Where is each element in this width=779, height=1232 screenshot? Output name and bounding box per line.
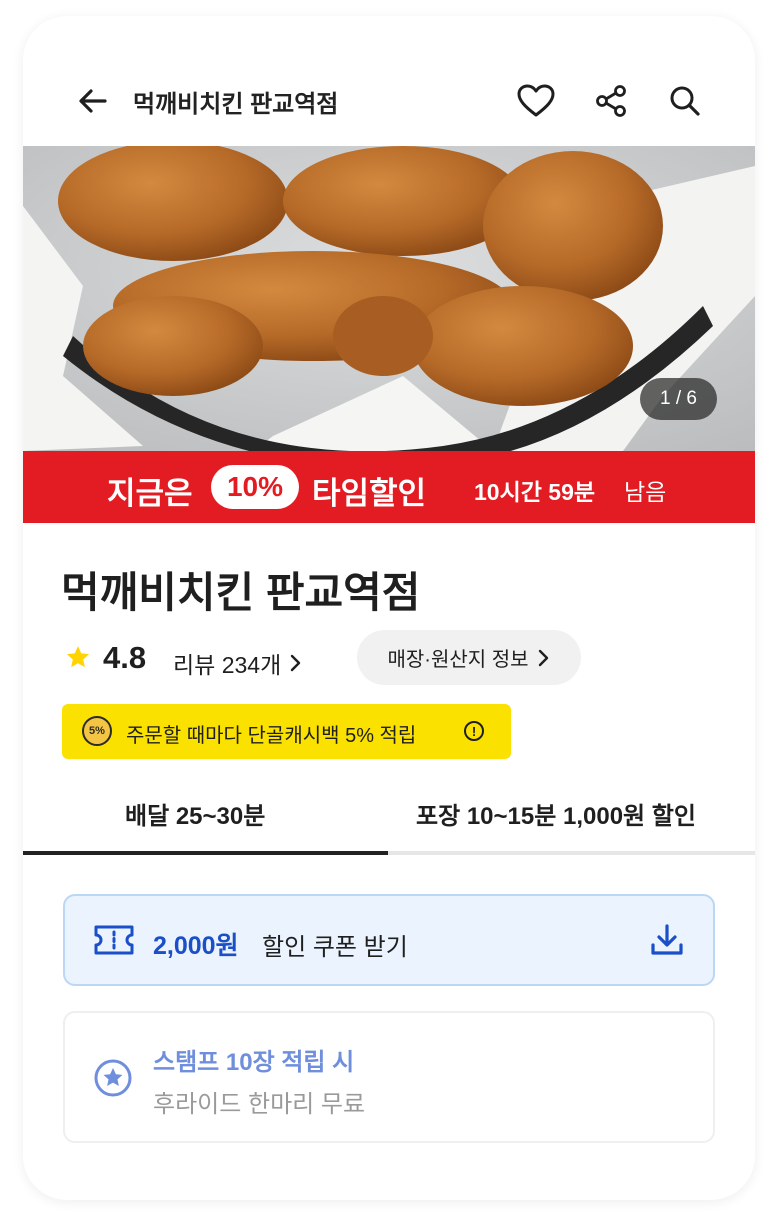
stamp-reward: 후라이드 한마리 무료 (153, 1091, 366, 1118)
discount-pill: 10% (211, 465, 299, 509)
star-icon (65, 644, 91, 675)
chevron-right-icon (291, 654, 301, 672)
promo-text-before: 지금은 (107, 476, 193, 511)
stamp-title: 스탬프 10장 적립 시 (153, 1049, 355, 1076)
coupon-label: 할인 쿠폰 받기 (262, 934, 408, 961)
cashback-text: 주문할 때마다 단골캐시백 5% 적립 (126, 725, 417, 747)
stamp-star-icon (93, 1058, 133, 1103)
time-sale-banner: 지금은 10% 타임할인 10시간 59분 남음 (23, 451, 755, 523)
cashback-banner[interactable]: 5% 주문할 때마다 단골캐시백 5% 적립 ! (62, 704, 511, 759)
chevron-right-icon (538, 649, 548, 666)
store-origin-info-button[interactable]: 매장·원산지 정보 (357, 630, 581, 685)
store-name: 먹깨비치킨 판교역점 (61, 569, 421, 616)
store-page-card: 먹깨비치킨 판교역점 1 / 6 지금은 10% 타임할인 10시간 59분 남… (23, 16, 755, 1200)
coupon-download-card[interactable]: 2,000원 할인 쿠폰 받기 (63, 894, 715, 986)
image-counter: 1 / 6 (640, 378, 717, 420)
tab-delivery[interactable]: 배달 25~30분 (125, 796, 265, 831)
download-icon[interactable] (647, 920, 687, 965)
promo-text-after: 타임할인 (312, 476, 427, 511)
share-icon[interactable] (589, 79, 633, 123)
cashback-coin-icon: 5% (82, 716, 112, 746)
back-arrow-icon[interactable] (71, 79, 115, 123)
reviews-label: 리뷰 234개 (173, 652, 282, 678)
time-left-suffix: 남음 (624, 479, 667, 505)
time-left: 10시간 59분 (474, 479, 596, 505)
info-icon[interactable]: ! (464, 721, 484, 741)
info-button-label: 매장·원산지 정보 (387, 649, 529, 671)
header-title: 먹깨비치킨 판교역점 (133, 91, 339, 118)
tab-pickup[interactable]: 포장 10~15분 1,000원 할인 (416, 796, 696, 831)
search-icon[interactable] (663, 79, 707, 123)
coupon-amount: 2,000원 (153, 932, 239, 960)
rating-value: 4.8 (103, 640, 147, 675)
top-bar: 먹깨비치킨 판교역점 (23, 16, 755, 146)
tab-active-indicator (23, 851, 388, 855)
ticket-icon (93, 924, 135, 961)
stamp-reward-card[interactable]: 스탬프 10장 적립 시 후라이드 한마리 무료 (63, 1011, 715, 1143)
heart-icon[interactable] (514, 79, 558, 123)
reviews-link[interactable]: 리뷰 234개 (173, 646, 303, 680)
